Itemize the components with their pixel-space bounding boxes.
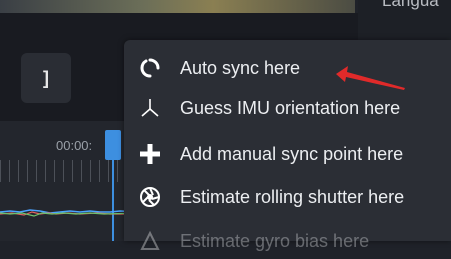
menu-item-label: Guess IMU orientation here bbox=[180, 97, 401, 118]
menu-item-label: Estimate rolling shutter here bbox=[180, 186, 405, 207]
menu-item-label: Auto sync here bbox=[180, 57, 301, 78]
timeline-time-label: 00:00: bbox=[56, 138, 93, 153]
video-preview-strip bbox=[0, 0, 355, 13]
annotation-arrow bbox=[336, 66, 405, 90]
menu-item-label: Add manual sync point here bbox=[180, 143, 404, 164]
bracket-button[interactable]: ] bbox=[21, 53, 71, 103]
sync-icon bbox=[138, 56, 162, 80]
menu-item-gyro-bias[interactable]: Estimate gyro bias here bbox=[124, 223, 451, 259]
timeline-ticks bbox=[0, 160, 130, 182]
menu-item-guess-imu[interactable]: Guess IMU orientation here bbox=[124, 90, 451, 126]
menu-item-add-manual-sync[interactable]: Add manual sync point here bbox=[124, 136, 451, 172]
bracket-button-label: ] bbox=[43, 67, 49, 88]
plus-icon bbox=[138, 142, 162, 166]
language-label: Langua bbox=[382, 0, 439, 10]
shutter-icon bbox=[138, 185, 162, 209]
bias-icon bbox=[138, 229, 162, 253]
menu-item-label: Estimate gyro bias here bbox=[180, 230, 370, 251]
playhead-handle[interactable] bbox=[105, 130, 121, 160]
gyro-graph bbox=[0, 209, 140, 217]
menu-item-rolling-shutter[interactable]: Estimate rolling shutter here bbox=[124, 179, 451, 215]
imu-axes-icon bbox=[138, 96, 162, 120]
